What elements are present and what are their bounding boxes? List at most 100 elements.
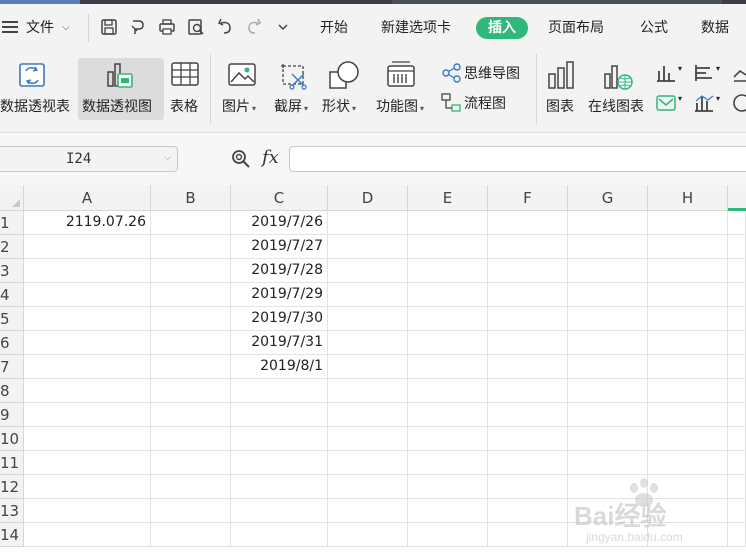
- cell-E8[interactable]: [408, 379, 488, 403]
- column-header-D[interactable]: D: [328, 185, 408, 211]
- cell-G11[interactable]: [568, 451, 648, 475]
- column-header-H[interactable]: H: [648, 185, 728, 211]
- cell-I6[interactable]: [728, 331, 746, 355]
- row-header-10[interactable]: 10: [0, 427, 24, 451]
- cell-D11[interactable]: [328, 451, 408, 475]
- row-header-3[interactable]: 3: [0, 259, 24, 283]
- undo-icon[interactable]: [215, 17, 235, 37]
- cell-D3[interactable]: [328, 259, 408, 283]
- print-icon[interactable]: [157, 17, 177, 37]
- cell-D10[interactable]: [328, 427, 408, 451]
- formula-input[interactable]: [289, 146, 746, 172]
- cell-H6[interactable]: [648, 331, 728, 355]
- cell-C10[interactable]: [231, 427, 328, 451]
- cell-E3[interactable]: [408, 259, 488, 283]
- cell-H8[interactable]: [648, 379, 728, 403]
- column-header-C[interactable]: C: [231, 185, 328, 211]
- screenshot-button[interactable]: 截屏 ▾: [272, 58, 316, 120]
- cell-I8[interactable]: [728, 379, 746, 403]
- cell-E6[interactable]: [408, 331, 488, 355]
- cell-G3[interactable]: [568, 259, 648, 283]
- cell-D6[interactable]: [328, 331, 408, 355]
- bar-chart-dropdown[interactable]: ▾: [694, 62, 728, 84]
- row-header-5[interactable]: 5: [0, 307, 24, 331]
- cell-A4[interactable]: [24, 283, 151, 307]
- cell-C3[interactable]: 2019/7/28: [231, 259, 328, 283]
- cell-F12[interactable]: [488, 475, 568, 499]
- cell-D1[interactable]: [328, 211, 408, 235]
- line-chart-dropdown[interactable]: ▾: [656, 92, 690, 114]
- column-header-E[interactable]: E: [408, 185, 488, 211]
- cell-F13[interactable]: [488, 499, 568, 523]
- tab-new-tab[interactable]: 新建选项卡: [381, 17, 451, 39]
- cell-D2[interactable]: [328, 235, 408, 259]
- stat-chart-dropdown[interactable]: ▾: [694, 92, 728, 114]
- cell-I9[interactable]: [728, 403, 746, 427]
- tab-page-layout[interactable]: 页面布局: [548, 17, 604, 39]
- cell-A6[interactable]: [24, 331, 151, 355]
- cell-C7[interactable]: 2019/8/1: [231, 355, 328, 379]
- cell-D7[interactable]: [328, 355, 408, 379]
- cell-B2[interactable]: [151, 235, 231, 259]
- flowchart-button[interactable]: 流程图: [440, 92, 530, 114]
- cell-H3[interactable]: [648, 259, 728, 283]
- cell-B5[interactable]: [151, 307, 231, 331]
- select-all-corner[interactable]: [0, 185, 24, 211]
- cell-B9[interactable]: [151, 403, 231, 427]
- cell-D4[interactable]: [328, 283, 408, 307]
- cell-I1[interactable]: [728, 211, 746, 235]
- cell-I11[interactable]: [728, 451, 746, 475]
- cell-E13[interactable]: [408, 499, 488, 523]
- row-header-9[interactable]: 9: [0, 403, 24, 427]
- column-header-G[interactable]: G: [568, 185, 648, 211]
- cell-B3[interactable]: [151, 259, 231, 283]
- insert-function-icon[interactable]: fx: [262, 147, 279, 168]
- column-header-A[interactable]: A: [24, 185, 151, 211]
- row-header-12[interactable]: 12: [0, 475, 24, 499]
- column-chart-dropdown[interactable]: ▾: [656, 62, 690, 84]
- cell-B8[interactable]: [151, 379, 231, 403]
- column-header-F[interactable]: F: [488, 185, 568, 211]
- cell-A8[interactable]: [24, 379, 151, 403]
- table-button[interactable]: 表格: [166, 58, 206, 120]
- cell-E5[interactable]: [408, 307, 488, 331]
- file-menu[interactable]: 文件 ⌵: [0, 14, 70, 40]
- cell-G4[interactable]: [568, 283, 648, 307]
- cell-I5[interactable]: [728, 307, 746, 331]
- cell-A9[interactable]: [24, 403, 151, 427]
- cell-C2[interactable]: 2019/7/27: [231, 235, 328, 259]
- cell-D8[interactable]: [328, 379, 408, 403]
- cell-I2[interactable]: [728, 235, 746, 259]
- cell-I4[interactable]: [728, 283, 746, 307]
- function-chart-button[interactable]: 功能图 ▾: [374, 58, 434, 120]
- cell-D5[interactable]: [328, 307, 408, 331]
- redo-icon[interactable]: [244, 17, 264, 37]
- row-header-1[interactable]: 1: [0, 211, 24, 235]
- cell-E11[interactable]: [408, 451, 488, 475]
- cell-H9[interactable]: [648, 403, 728, 427]
- cell-F11[interactable]: [488, 451, 568, 475]
- cell-C5[interactable]: 2019/7/30: [231, 307, 328, 331]
- cell-F7[interactable]: [488, 355, 568, 379]
- cell-H2[interactable]: [648, 235, 728, 259]
- row-header-11[interactable]: 11: [0, 451, 24, 475]
- cell-A2[interactable]: [24, 235, 151, 259]
- cell-C9[interactable]: [231, 403, 328, 427]
- tab-data[interactable]: 数据: [701, 17, 729, 39]
- online-chart-button[interactable]: 在线图表: [586, 58, 652, 120]
- row-header-13[interactable]: 13: [0, 499, 24, 523]
- cell-E14[interactable]: [408, 523, 488, 547]
- row-header-2[interactable]: 2: [0, 235, 24, 259]
- cell-D14[interactable]: [328, 523, 408, 547]
- customize-toolbar-icon[interactable]: [273, 17, 293, 37]
- row-header-7[interactable]: 7: [0, 355, 24, 379]
- pivot-table-button[interactable]: 数据透视表: [0, 58, 76, 120]
- cell-F2[interactable]: [488, 235, 568, 259]
- cell-C6[interactable]: 2019/7/31: [231, 331, 328, 355]
- chart-button[interactable]: 图表: [544, 58, 580, 120]
- cell-G2[interactable]: [568, 235, 648, 259]
- cell-F5[interactable]: [488, 307, 568, 331]
- cell-B14[interactable]: [151, 523, 231, 547]
- area-chart-dropdown[interactable]: [732, 62, 746, 84]
- cell-A5[interactable]: [24, 307, 151, 331]
